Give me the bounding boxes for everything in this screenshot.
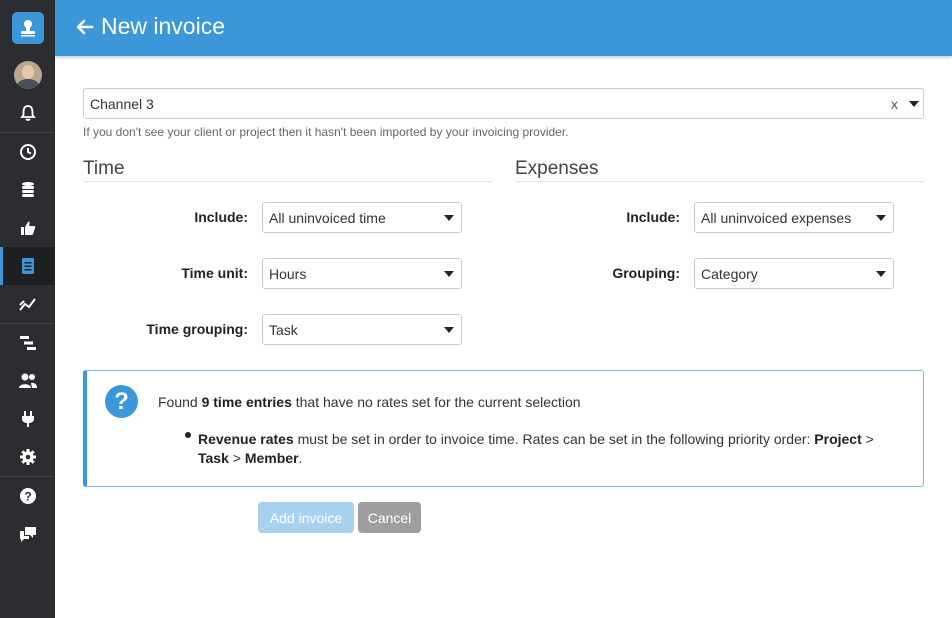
clock-icon	[19, 144, 36, 160]
sidebar-item-planning[interactable]	[0, 324, 55, 362]
time-grouping-value: Task	[269, 322, 298, 338]
time-include-value: All uninvoiced time	[269, 210, 386, 226]
svg-text:?: ?	[24, 490, 31, 504]
alert-message: Found 9 time entries that have no rates …	[158, 394, 581, 410]
app-logo[interactable]	[12, 12, 44, 44]
chevron-down-icon	[444, 215, 454, 221]
avatar[interactable]	[14, 61, 42, 89]
sidebar-item-integrations[interactable]	[0, 400, 55, 438]
coins-icon	[21, 182, 34, 197]
cancel-button[interactable]: Cancel	[358, 502, 421, 533]
chevron-down-icon	[444, 271, 454, 277]
sidebar: ?	[0, 0, 55, 618]
clear-selection-button[interactable]: x	[891, 96, 898, 112]
add-invoice-button[interactable]: Add invoice	[258, 502, 354, 533]
chevron-down-icon	[444, 327, 454, 333]
stamp-logo-icon	[21, 20, 35, 37]
sidebar-item-help[interactable]: ?	[0, 477, 55, 515]
expenses-grouping-label: Grouping:	[612, 265, 680, 281]
missing-rates-alert: ? Found 9 time entries that have no rate…	[83, 370, 924, 487]
client-hint: If you don't see your client or project …	[83, 125, 569, 139]
time-unit-label: Time unit:	[181, 265, 248, 281]
sidebar-item-time[interactable]	[0, 133, 55, 171]
page-title: New invoice	[101, 13, 225, 39]
sidebar-item-approvals[interactable]	[0, 209, 55, 247]
bell-icon	[19, 105, 36, 121]
question-icon: ?	[19, 488, 36, 504]
arrow-left-icon[interactable]	[75, 17, 95, 37]
time-include-select[interactable]: All uninvoiced time	[262, 202, 462, 233]
time-unit-select[interactable]: Hours	[262, 258, 462, 289]
chevron-down-icon	[876, 271, 886, 277]
sidebar-item-invoices[interactable]	[0, 247, 55, 285]
sidebar-item-feedback[interactable]	[0, 515, 55, 553]
expenses-grouping-value: Category	[701, 266, 758, 282]
expenses-section-divider	[515, 181, 924, 182]
chevron-down-icon	[876, 215, 886, 221]
sidebar-item-reports[interactable]	[0, 285, 55, 323]
invoice-icon	[21, 258, 34, 274]
time-section-title: Time	[83, 158, 125, 179]
page-header: New invoice	[55, 0, 952, 56]
sidebar-item-team[interactable]	[0, 362, 55, 400]
time-unit-value: Hours	[269, 266, 307, 282]
time-grouping-label: Time grouping:	[146, 321, 248, 337]
client-select-value: Channel 3	[90, 96, 154, 112]
time-grouping-select[interactable]: Task	[262, 314, 462, 345]
users-icon	[18, 373, 37, 388]
expenses-include-value: All uninvoiced expenses	[701, 210, 852, 226]
expenses-section-title: Expenses	[515, 158, 599, 179]
client-select[interactable]: Channel 3 x	[83, 88, 924, 119]
question-circle-icon: ?	[105, 385, 138, 418]
chat-icon	[19, 527, 36, 542]
gear-icon	[19, 449, 36, 465]
time-section-divider	[83, 181, 492, 182]
chevron-down-icon[interactable]	[909, 101, 919, 107]
time-entries-count: 9 time entries	[201, 394, 292, 410]
bullet-dot	[185, 430, 193, 438]
timeline-icon	[19, 336, 36, 350]
expenses-include-select[interactable]: All uninvoiced expenses	[694, 202, 894, 233]
expenses-include-label: Include:	[626, 209, 680, 225]
alert-detail: Revenue rates must be set in order to in…	[198, 431, 874, 466]
chart-icon	[18, 298, 36, 311]
plug-icon	[21, 411, 34, 427]
time-include-label: Include:	[194, 209, 248, 225]
sidebar-item-settings[interactable]	[0, 438, 55, 476]
sidebar-item-budgets[interactable]	[0, 171, 55, 209]
thumbs-up-icon	[20, 221, 35, 235]
expenses-grouping-select[interactable]: Category	[694, 258, 894, 289]
sidebar-item-notifications[interactable]	[0, 94, 55, 132]
